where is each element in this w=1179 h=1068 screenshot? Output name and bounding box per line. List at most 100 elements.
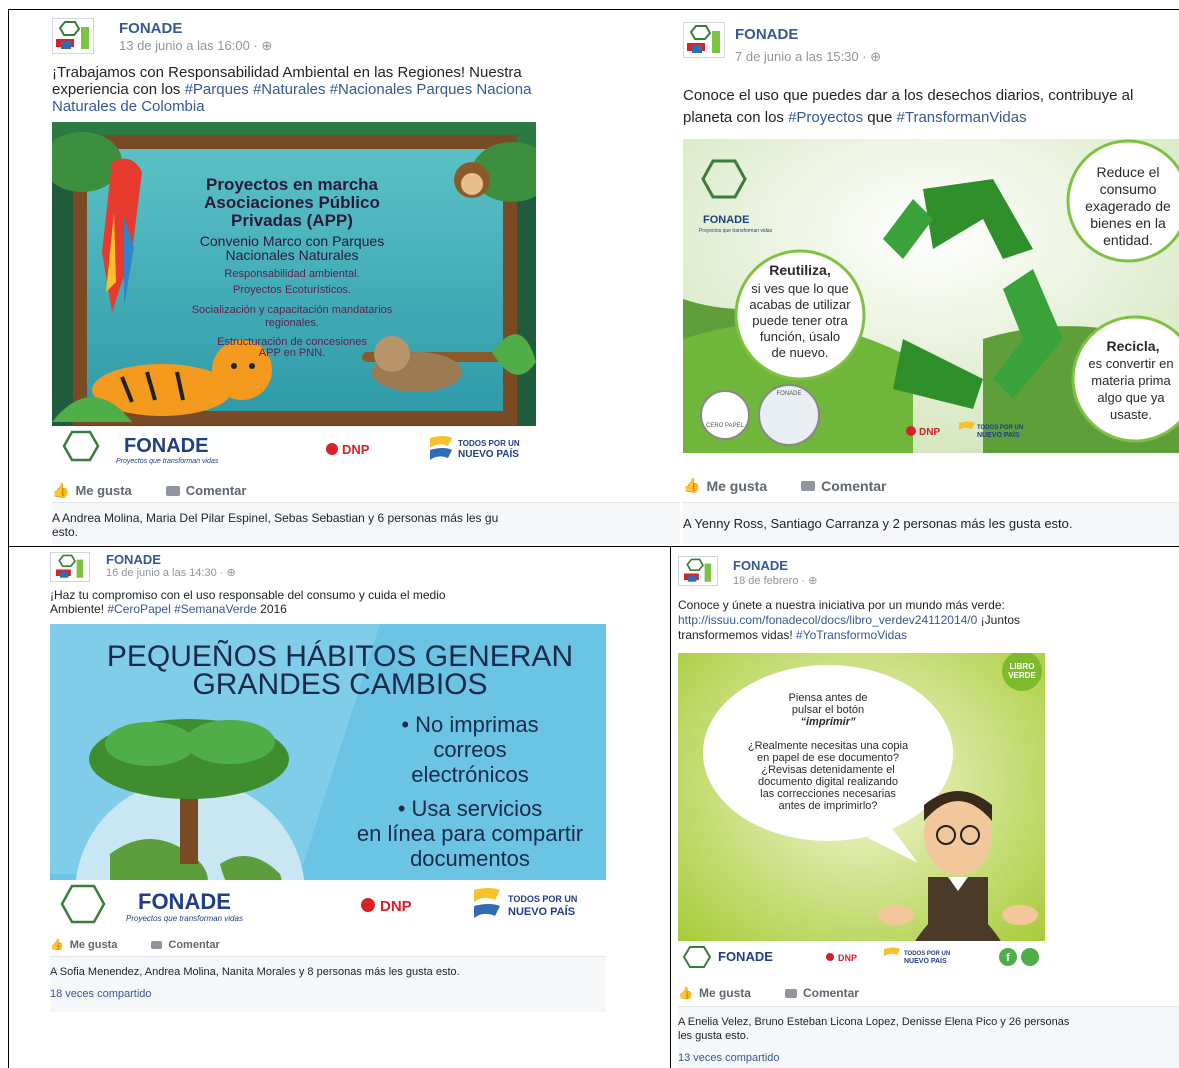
img-logo-tagline: Proyectos que transforman vidas <box>126 914 243 923</box>
post-image[interactable]: LIBRO VERDE Piensa antes de pulsar el bo… <box>678 653 1045 973</box>
img-todos-1: TODOS POR UN <box>458 439 520 448</box>
bubble-line-1: Piensa antes de <box>789 692 868 704</box>
globe-icon: ⊕ <box>226 567 236 579</box>
bullet2-line-2: en línea para compartir <box>357 821 583 846</box>
post-date[interactable]: 18 de febrero · ⊕ <box>733 574 817 587</box>
badge-line-1: LIBRO <box>1010 662 1035 671</box>
comment-icon <box>801 480 816 491</box>
hashtag-proyectos[interactable]: #Proyectos <box>788 109 863 126</box>
page-avatar[interactable] <box>50 552 90 582</box>
likes-summary[interactable]: A Yenny Ross, Santiago Carranza y 2 pers… <box>683 502 1179 544</box>
action-bar: 👍 Me gusta Comentar <box>52 482 246 499</box>
post-date[interactable]: 7 de junio a las 15:30 · ⊕ <box>735 49 881 65</box>
img-todos-1: TODOS POR UN <box>508 894 577 904</box>
post-3: FONADE 16 de junio a las 14:30 · ⊕ ¡Haz … <box>50 552 606 1012</box>
img-todos-1: TODOS POR UN <box>904 951 950 957</box>
hashtags[interactable]: #CeroPapel #SemanaVerde <box>107 602 256 616</box>
hashtag-yotransformovidas[interactable]: #YoTransformoVidas <box>796 628 907 642</box>
img-todos-2: NUEVO PAÍS <box>458 447 519 460</box>
action-bar: 👍 Me gusta Comentar <box>678 986 859 1000</box>
like-button[interactable]: 👍 Me gusta <box>50 938 117 952</box>
bullet2-line-3: documentos <box>410 846 530 871</box>
img-item-4: regionales. <box>265 317 319 329</box>
hashtags[interactable]: #Parques #Naturales #Nacionales Parques … <box>185 81 532 98</box>
recicla-title: Recicla, <box>1107 338 1160 354</box>
share-count[interactable]: 13 veces compartido <box>678 1052 780 1064</box>
page-link[interactable]: Naturales de Colombia <box>52 98 680 115</box>
like-button[interactable]: 👍 Me gusta <box>678 986 751 1000</box>
post-image[interactable]: PEQUEÑOS HÁBITOS GENERAN GRANDES CAMBIOS… <box>50 624 606 928</box>
img-dnp: DNP <box>342 442 370 457</box>
like-button[interactable]: 👍 Me gusta <box>683 477 767 494</box>
post-image[interactable]: Proyectos en marcha Asociaciones Público… <box>52 122 536 466</box>
post-text: Conoce y únete a nuestra iniciativa por … <box>678 598 1020 642</box>
comment-button[interactable]: Comentar <box>801 478 886 494</box>
frame-left <box>8 9 9 1068</box>
dnp-seal-icon <box>906 426 916 436</box>
page-name[interactable]: FONADE <box>106 552 161 567</box>
img-title-2: Asociaciones Público <box>204 193 380 212</box>
reutiliza-line-2: acabas de utilizar <box>749 297 851 312</box>
reduce-line-5: entidad. <box>1103 232 1153 248</box>
img-item-6: APP en PNN. <box>259 347 325 359</box>
frame-mid-v <box>670 546 671 1068</box>
img-subtitle-2: Nacionales Naturales <box>225 247 358 263</box>
post-date[interactable]: 16 de junio a las 14:30 · ⊕ <box>106 566 236 579</box>
bubble-line-5: ¿Realmente necesitas una copia <box>748 740 909 752</box>
post-text: Conoce el uso que puedes dar a los desec… <box>683 87 1134 126</box>
post-date[interactable]: 13 de junio a las 16:00 · ⊕ <box>119 38 272 54</box>
post-4: FONADE 18 de febrero · ⊕ Conoce y únete … <box>678 556 1179 1068</box>
dnp-seal-icon <box>326 443 338 455</box>
img-todos-1: TODOS POR UN <box>977 425 1023 431</box>
comment-button[interactable]: Comentar <box>151 939 220 951</box>
thumbs-up-icon: 👍 <box>683 477 701 493</box>
post-text: ¡Trabajamos con Responsabilidad Ambienta… <box>52 64 680 115</box>
bubble-line-2: pulsar el botón <box>792 704 864 716</box>
bubble-line-7: ¿Revisas detenidamente el <box>761 764 894 776</box>
recicla-line-1: es convertir en <box>1088 356 1173 371</box>
page-name[interactable]: FONADE <box>119 20 182 37</box>
likes-summary[interactable]: A Sofia Menendez, Andrea Molina, Nanita … <box>50 956 606 1012</box>
img-title-3: Privadas (APP) <box>231 211 353 230</box>
post-2: FONADE 7 de junio a las 15:30 · ⊕ Conoce… <box>683 22 1179 544</box>
img-headline-2: GRANDES CAMBIOS <box>192 668 487 701</box>
img-dnp: DNP <box>838 953 857 963</box>
page-avatar[interactable] <box>52 18 94 54</box>
bubble-line-10: antes de imprimirlo? <box>778 800 877 812</box>
like-button[interactable]: 👍 Me gusta <box>52 482 132 499</box>
comment-icon <box>165 485 180 496</box>
reutiliza-line-3: puede tener otra <box>752 313 848 328</box>
img-todos-2: NUEVO PAÍS <box>977 430 1020 439</box>
img-todos-2: NUEVO PAÍS <box>508 905 575 918</box>
share-count[interactable]: 18 veces compartido <box>50 988 152 1000</box>
bullet1-line-1: • No imprimas <box>401 712 538 737</box>
recicla-line-2: materia prima <box>1091 373 1171 388</box>
issuu-link[interactable]: http://issuu.com/fonadecol/docs/libro_ve… <box>678 613 977 627</box>
post-image[interactable]: Reduce el consumo exagerado de bienes en… <box>683 139 1179 453</box>
reduce-line-4: bienes en la <box>1090 215 1166 231</box>
action-bar: 👍 Me gusta Comentar <box>50 938 220 952</box>
page-avatar[interactable] <box>678 556 718 586</box>
page-avatar[interactable] <box>683 22 725 58</box>
img-dnp: DNP <box>380 898 412 915</box>
frame-top <box>8 9 1179 10</box>
twitter-icon <box>1021 948 1039 966</box>
recicla-line-3: algo que ya <box>1097 390 1165 405</box>
globe-icon: ⊕ <box>808 575 818 587</box>
page-name[interactable]: FONADE <box>735 26 798 43</box>
globe-icon: ⊕ <box>870 49 882 64</box>
recicla-line-4: usaste. <box>1110 407 1152 422</box>
post-text: ¡Haz tu compromiso con el uso responsabl… <box>50 588 446 616</box>
comment-button[interactable]: Comentar <box>784 986 859 1000</box>
reutiliza-line-1: si ves que lo que <box>751 281 849 296</box>
comment-button[interactable]: Comentar <box>165 483 246 498</box>
action-bar: 👍 Me gusta Comentar <box>683 477 886 494</box>
bubble-line-9: las correcciones necesarias <box>760 788 896 800</box>
likes-summary[interactable]: A Andrea Molina, Maria Del Pilar Espinel… <box>52 502 680 544</box>
hashtag-transformanvidas[interactable]: #TransformanVidas <box>897 109 1027 126</box>
badge-cero-papel: CERO PAPEL <box>706 423 745 429</box>
reduce-line-2: consumo <box>1100 181 1157 197</box>
page-name[interactable]: FONADE <box>733 558 788 573</box>
badge-line-2: VERDE <box>1008 671 1036 680</box>
bubble-line-3: “imprimir” <box>800 716 856 728</box>
